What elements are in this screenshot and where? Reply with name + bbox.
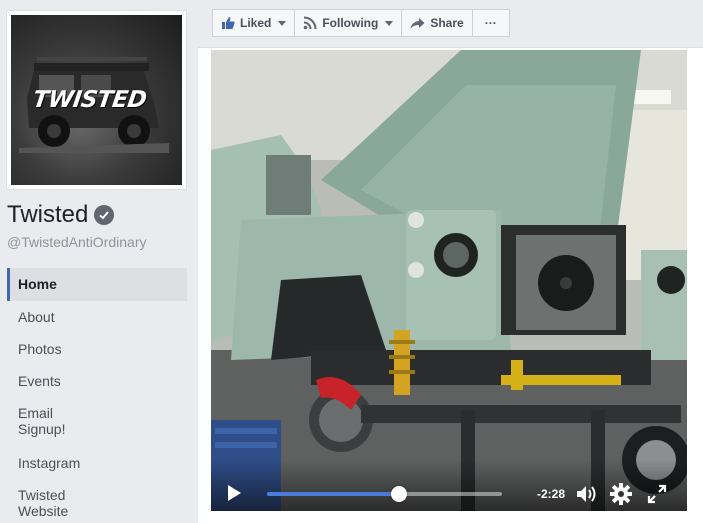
- page-name-text: Twisted: [7, 201, 89, 228]
- thumbs-up-icon: [222, 17, 235, 29]
- video-controls: -2:28: [211, 459, 687, 511]
- verified-badge-icon: [94, 205, 115, 225]
- following-button[interactable]: Following: [294, 9, 403, 37]
- profile-image: TWISTED: [11, 15, 182, 185]
- play-icon[interactable]: [228, 485, 241, 501]
- settings-gear-icon[interactable]: [610, 483, 632, 505]
- video-time-remaining: -2:28: [537, 487, 566, 501]
- liked-button[interactable]: Liked: [212, 9, 296, 37]
- page-action-bar: Liked Following Share ···: [212, 9, 510, 37]
- video-progress-fill: [267, 492, 399, 496]
- page-handle[interactable]: @TwistedAntiOrdinary: [7, 234, 146, 250]
- video-progress-bar[interactable]: [267, 486, 502, 502]
- page-nav: Home About Photos Events Email Signup! I…: [7, 268, 187, 523]
- more-dots-icon: ···: [484, 16, 497, 30]
- nav-item-email-signup[interactable]: Email Signup!: [7, 397, 97, 447]
- video-frame: [211, 50, 687, 511]
- liked-label: Liked: [240, 16, 272, 30]
- nav-item-twisted-website[interactable]: Twisted Website: [7, 479, 97, 523]
- nav-item-about[interactable]: About: [7, 301, 187, 333]
- video-player[interactable]: -2:28: [211, 50, 687, 511]
- brand-logo: TWISTED: [31, 87, 149, 113]
- rss-icon: [304, 16, 317, 30]
- nav-item-events[interactable]: Events: [7, 365, 187, 397]
- fullscreen-icon[interactable]: [647, 484, 667, 504]
- nav-item-instagram[interactable]: Instagram: [7, 447, 187, 479]
- following-label: Following: [322, 16, 379, 30]
- page-title: Twisted: [7, 201, 115, 229]
- volume-icon[interactable]: [575, 484, 599, 504]
- profile-picture[interactable]: TWISTED: [6, 10, 187, 190]
- nav-item-photos[interactable]: Photos: [7, 333, 187, 365]
- nav-item-home[interactable]: Home: [7, 268, 187, 301]
- share-arrow-icon: [410, 17, 425, 29]
- video-scrubber-handle[interactable]: [390, 486, 407, 502]
- more-options-button[interactable]: ···: [471, 9, 510, 37]
- chevron-down-icon: [278, 20, 287, 26]
- share-button[interactable]: Share: [401, 9, 473, 37]
- chevron-down-icon: [385, 20, 394, 26]
- share-label: Share: [430, 16, 464, 30]
